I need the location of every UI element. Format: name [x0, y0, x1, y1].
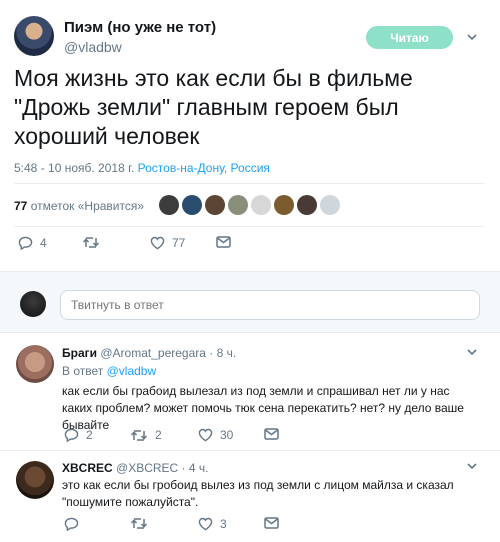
reply-avatar[interactable]: [16, 345, 54, 383]
reply-count: 4: [40, 236, 47, 250]
reply-text: это как если бы гробоид вылез из под зем…: [62, 478, 454, 509]
liker-avatar[interactable]: [274, 195, 294, 215]
like-icon: [150, 236, 165, 250]
reply-tweet[interactable]: XBCREC @XBCREC · 4 ч. это как если бы гр…: [0, 451, 500, 542]
author-handle[interactable]: @vladbw: [64, 39, 122, 55]
reply-icon: [64, 517, 79, 531]
likes-label: отметок «Нравится»: [27, 199, 145, 213]
reply-text: как если бы грабоид вылезал из под земли…: [62, 384, 464, 432]
liker-avatars: [159, 195, 343, 215]
reply-action[interactable]: 4: [18, 236, 47, 250]
like-icon: [198, 517, 213, 531]
reply-author-handle: @Aromat_peregara · 8 ч.: [100, 346, 237, 360]
reply-author[interactable]: XBCREC @XBCREC · 4 ч.: [62, 461, 208, 475]
message-icon: [264, 517, 279, 529]
liker-avatar[interactable]: [228, 195, 248, 215]
retweet-action[interactable]: 2: [130, 428, 162, 442]
retweet-icon: [130, 518, 148, 529]
reply-input[interactable]: [60, 290, 480, 320]
liker-avatar[interactable]: [297, 195, 317, 215]
retweet-count: 2: [155, 428, 162, 442]
tweet-text: Моя жизнь это как если бы в фильме "Дрож…: [14, 65, 413, 149]
liker-avatar[interactable]: [159, 195, 179, 215]
reply-author-name: XBCREC: [62, 461, 113, 475]
retweet-icon: [130, 429, 148, 441]
like-count: 30: [220, 428, 234, 442]
like-count: 77: [172, 236, 186, 250]
main-tweet: Пиэм (но уже не тот) @vladbw Читаю Моя ж…: [0, 0, 500, 271]
message-action[interactable]: [264, 517, 286, 529]
chevron-down-icon[interactable]: [467, 463, 477, 473]
chevron-down-icon[interactable]: [467, 349, 477, 359]
divider: [14, 183, 484, 184]
reply-author-handle: @XBCREC · 4 ч.: [116, 461, 209, 475]
reply-icon: [18, 236, 33, 250]
author-avatar[interactable]: [14, 16, 54, 56]
retweet-action[interactable]: [130, 517, 155, 530]
in-reply-to: В ответ @vladbw: [62, 364, 156, 378]
reply-action[interactable]: [64, 517, 86, 531]
message-icon: [216, 236, 231, 248]
reply-author[interactable]: Браги @Aromat_peregara · 8 ч.: [62, 346, 236, 360]
reply-icon: [64, 428, 79, 442]
tweet-location[interactable]: Ростов-на-Дону, Россия: [138, 161, 270, 175]
in-reply-handle[interactable]: @vladbw: [107, 364, 157, 378]
retweet-icon: [82, 237, 100, 248]
liker-avatar[interactable]: [320, 195, 340, 215]
like-action[interactable]: 3: [198, 517, 227, 531]
reply-author-name: Браги: [62, 346, 98, 360]
likes-number: 77: [14, 199, 28, 213]
following-button[interactable]: Читаю: [366, 26, 453, 49]
liker-avatar[interactable]: [205, 195, 225, 215]
like-action[interactable]: 77: [150, 236, 185, 250]
tweet-timestamp[interactable]: 5:48 - 10 нояб. 2018 г.: [14, 161, 138, 175]
message-action[interactable]: [264, 428, 286, 440]
retweet-action[interactable]: [82, 236, 107, 249]
liker-avatar[interactable]: [182, 195, 202, 215]
divider: [14, 226, 484, 227]
like-action[interactable]: 30: [198, 428, 233, 442]
message-action[interactable]: [216, 236, 238, 248]
likes-summary[interactable]: 77 отметок «Нравится»: [14, 199, 144, 213]
reply-composer: [0, 271, 500, 333]
like-count: 3: [220, 517, 227, 531]
current-user-avatar: [20, 291, 46, 317]
liker-avatar[interactable]: [251, 195, 271, 215]
reply-tweet[interactable]: Браги @Aromat_peregara · 8 ч. В ответ @v…: [0, 333, 500, 451]
like-icon: [198, 428, 213, 442]
chevron-down-icon[interactable]: [467, 34, 477, 44]
tweet-meta: 5:48 - 10 нояб. 2018 г. Ростов-на-Дону, …: [14, 161, 270, 175]
author-name[interactable]: Пиэм (но уже не тот): [64, 19, 216, 36]
reply-count: 2: [86, 428, 93, 442]
reply-avatar[interactable]: [16, 461, 54, 499]
in-reply-prefix: В ответ: [62, 364, 107, 378]
reply-action[interactable]: 2: [64, 428, 93, 442]
message-icon: [264, 428, 279, 440]
